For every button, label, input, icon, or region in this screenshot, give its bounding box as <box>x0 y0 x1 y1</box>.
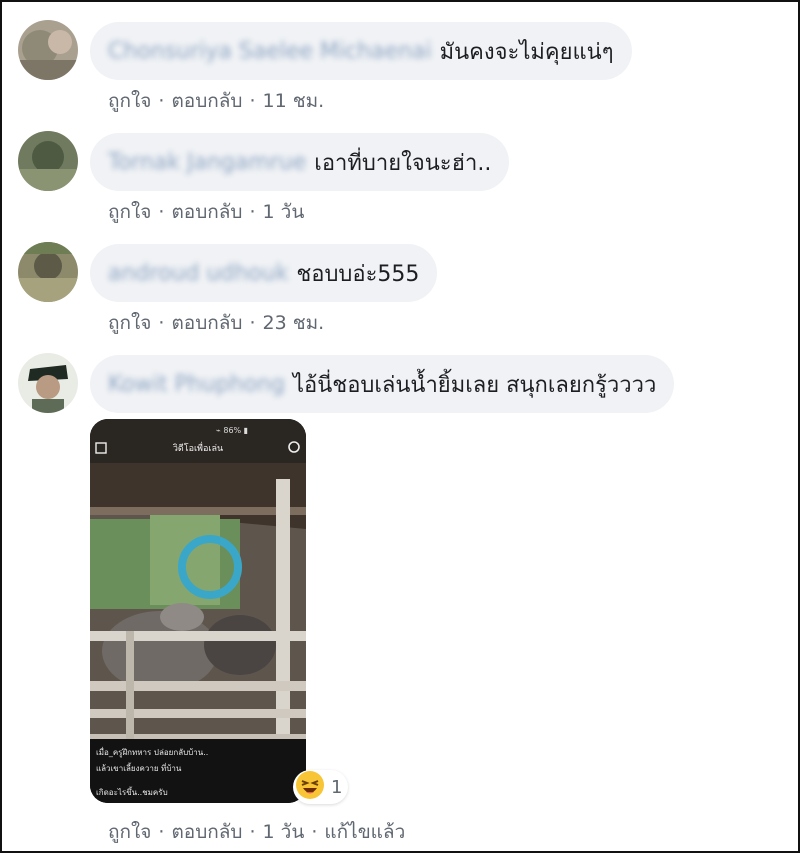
comment-author[interactable]: androud udhouk <box>108 261 288 286</box>
comment-video-thumbnail[interactable]: ⌁ 86% ▮ วิดีโอเพื่อเล่น เมื่อ_ครูฝึกทหาร… <box>90 419 306 803</box>
comment-bubble: androud udhouk ชอบบอ่ะ555 <box>90 244 438 302</box>
comment-text: เอาที่บายใจนะฮ่า.. <box>314 150 492 176</box>
comment-bubble: Tornak Jangamrue เอาที่บายใจนะฮ่า.. <box>90 133 510 191</box>
comment-time[interactable]: 1 วัน <box>263 821 305 843</box>
avatar[interactable] <box>18 20 78 80</box>
svg-text:⌁ 86% ▮: ⌁ 86% ▮ <box>216 426 248 435</box>
video-caption-line-3: เกิดอะไรขึ้น..ชมครับ <box>96 786 168 797</box>
reaction-badge[interactable]: 1 <box>293 770 349 804</box>
comment-actions: ถูกใจ · ตอบกลับ · 1 วัน · แก้ไขแล้ว <box>108 821 406 843</box>
reply-link[interactable]: ตอบกลับ <box>171 821 242 843</box>
avatar[interactable] <box>18 242 78 302</box>
like-link[interactable]: ถูกใจ <box>108 821 151 843</box>
comment-author[interactable]: Chonsuriya Saelee Michaenai <box>108 39 432 64</box>
video-caption-line-1: เมื่อ_ครูฝึกทหาร ปล่อยกลับบ้าน.. <box>96 746 208 758</box>
reply-link[interactable]: ตอบกลับ <box>171 90 242 112</box>
comment-time[interactable]: 11 ชม. <box>263 90 325 112</box>
comment-actions: ถูกใจ · ตอบกลับ · 23 ชม. <box>108 312 325 334</box>
reply-link[interactable]: ตอบกลับ <box>171 201 242 223</box>
like-link[interactable]: ถูกใจ <box>108 90 151 112</box>
avatar[interactable] <box>18 353 78 413</box>
avatar[interactable] <box>18 131 78 191</box>
comment-actions: ถูกใจ · ตอบกลับ · 1 วัน <box>108 201 305 223</box>
comment-time[interactable]: 1 วัน <box>263 201 305 223</box>
comment-time[interactable]: 23 ชม. <box>263 312 325 334</box>
laughing-emoji-icon <box>295 770 325 804</box>
like-link[interactable]: ถูกใจ <box>108 201 151 223</box>
comment-bubble: Chonsuriya Saelee Michaenai มันคงจะไม่คุ… <box>90 22 632 80</box>
comment-text: ไอ้นี่ชอบเล่นน้ำยิ้มเลย สนุกเลยกรู้วววว <box>292 372 657 398</box>
video-caption-line-2: แล้วเขาเลี้ยงควาย ที่บ้าน <box>96 762 182 773</box>
like-link[interactable]: ถูกใจ <box>108 312 151 334</box>
reply-link[interactable]: ตอบกลับ <box>171 312 242 334</box>
comment-actions: ถูกใจ · ตอบกลับ · 11 ชม. <box>108 90 325 112</box>
comment-bubble: Kowit Phuphong ไอ้นี่ชอบเล่นน้ำยิ้มเลย ส… <box>90 355 675 413</box>
comment-author[interactable]: Tornak Jangamrue <box>108 150 306 175</box>
reaction-count: 1 <box>331 776 343 798</box>
comment-text: มันคงจะไม่คุยแน่ๆ <box>439 39 614 65</box>
comment-author[interactable]: Kowit Phuphong <box>108 372 285 397</box>
comment-text: ชอบบอ่ะ555 <box>296 261 420 287</box>
edited-label[interactable]: แก้ไขแล้ว <box>324 821 405 843</box>
